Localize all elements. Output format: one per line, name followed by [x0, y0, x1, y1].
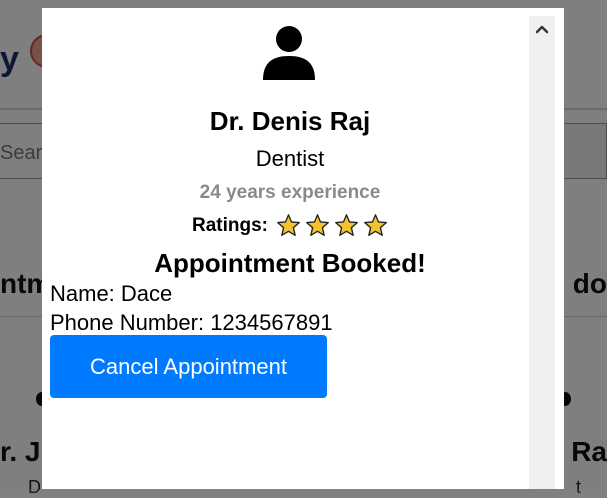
patient-phone: Phone Number: 1234567891 — [50, 310, 333, 335]
ratings-row: Ratings: — [42, 213, 538, 238]
appointment-modal: Dr. Denis Raj Dentist 24 years experienc… — [42, 8, 564, 489]
booked-title: Appointment Booked! — [154, 248, 426, 278]
patient-name: Name: Dace — [50, 281, 173, 306]
chevron-up-icon[interactable] — [529, 20, 555, 38]
modal-scrollbar[interactable] — [529, 16, 555, 489]
doctor-experience: 24 years experience — [199, 182, 381, 203]
star-icon — [364, 214, 387, 236]
doctor-name: Dr. Denis Raj — [209, 106, 371, 136]
rating-stars — [276, 213, 388, 238]
star-icon — [277, 214, 300, 236]
star-icon — [306, 214, 329, 236]
cancel-appointment-button[interactable]: Cancel Appointment — [50, 335, 327, 398]
user-icon — [259, 24, 319, 84]
doctor-specialty: Dentist — [255, 146, 325, 171]
star-icon — [335, 214, 358, 236]
ratings-label: Ratings: — [192, 214, 268, 236]
